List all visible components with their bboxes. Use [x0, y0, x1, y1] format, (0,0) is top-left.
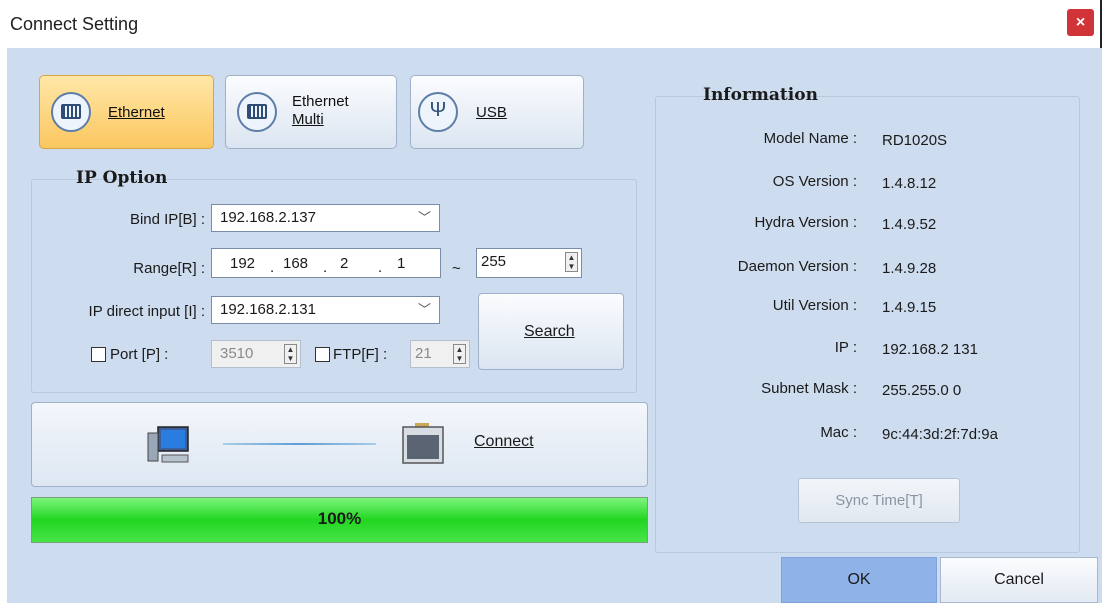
device-icon [402, 423, 444, 464]
bind-ip-label: Bind IP[B] : [129, 211, 205, 228]
usb-mode-button[interactable]: Ψ USB [410, 75, 584, 149]
ethernet-mode-label: Ethernet [108, 104, 165, 121]
range-octet-4: 1 [397, 255, 406, 272]
range-end-spinner[interactable]: 255 ▲ ▼ [476, 248, 582, 278]
connection-line [223, 443, 376, 445]
info-value-os-version: 1.4.8.12 [882, 175, 937, 192]
ethernet-multi-mode-button[interactable]: Ethernet Multi [225, 75, 397, 149]
computer-icon [147, 426, 189, 463]
close-button[interactable]: × [1067, 9, 1094, 36]
range-end-value: 255 [481, 253, 507, 270]
ethernet-mode-button[interactable]: Ethernet [39, 75, 214, 149]
port-spinner[interactable]: 3510 ▲ ▼ [211, 340, 301, 368]
connect-label: Connect [474, 433, 534, 450]
ok-button[interactable]: OK [781, 557, 937, 603]
range-tilde: ~ [452, 260, 461, 277]
close-icon: × [1075, 14, 1086, 31]
range-label: Range[R] : [133, 260, 205, 277]
info-label-mac: Mac : [820, 424, 857, 441]
spin-arrows-icon[interactable]: ▲ ▼ [453, 344, 466, 364]
ethernet-port-icon [237, 92, 277, 132]
spin-arrows-icon[interactable]: ▲ ▼ [284, 344, 297, 364]
window-title: Connect Setting [10, 14, 139, 34]
info-value-model-name: RD1020S [882, 132, 948, 149]
ftp-value: 21 [415, 345, 432, 362]
ip-direct-input-value: 192.168.2.131 [220, 301, 316, 318]
usb-icon: Ψ [418, 92, 458, 132]
octet-dot: . [378, 259, 383, 276]
info-value-util-version: 1.4.9.15 [882, 299, 937, 316]
octet-dot: . [270, 259, 275, 276]
chevron-down-icon[interactable]: ﹀ [418, 297, 431, 323]
sync-time-button[interactable]: Sync Time[T] [798, 478, 960, 523]
ip-option-title: IP Option [76, 168, 168, 188]
ethernet-multi-label-line1: Ethernet [292, 93, 349, 110]
title-bar: Connect Setting × [0, 0, 1102, 48]
ip-direct-input-label: IP direct input [I] : [88, 303, 205, 320]
octet-dot: . [323, 259, 328, 276]
ftp-spinner[interactable]: 21 ▲ ▼ [410, 340, 470, 368]
ethernet-multi-label-line2: Multi [292, 111, 324, 128]
info-value-subnet-mask: 255.255.0 0 [882, 382, 962, 399]
chevron-down-icon[interactable]: ﹀ [418, 205, 431, 231]
range-octet-1: 192 [230, 255, 256, 272]
port-checkbox[interactable] [91, 347, 106, 362]
information-title: Information [703, 85, 818, 105]
info-value-mac: 9c:44:3d:2f:7d:9a [882, 426, 998, 443]
port-value: 3510 [220, 345, 254, 362]
ethernet-port-icon [51, 92, 91, 132]
bind-ip-value: 192.168.2.137 [220, 209, 316, 226]
range-octet-2: 168 [283, 255, 309, 272]
info-value-hydra-version: 1.4.9.52 [882, 216, 937, 233]
connect-button[interactable]: Connect [31, 402, 648, 487]
info-label-ip: IP : [834, 339, 857, 356]
bind-ip-combo[interactable]: 192.168.2.137 ﹀ [211, 204, 440, 232]
cancel-button[interactable]: Cancel [940, 557, 1098, 603]
range-start-ip-field[interactable]: 192 . 168 . 2 . 1 [211, 248, 441, 278]
progress-bar: 100% [31, 497, 648, 543]
spin-arrows-icon[interactable]: ▲ ▼ [565, 252, 578, 272]
range-octet-3: 2 [340, 255, 349, 272]
ip-direct-input-combo[interactable]: 192.168.2.131 ﹀ [211, 296, 440, 324]
ftp-label: FTP[F] : [333, 346, 388, 363]
search-label: Search [524, 323, 575, 340]
info-label-model-name: Model Name : [763, 130, 857, 147]
info-label-subnet-mask: Subnet Mask : [761, 380, 857, 397]
info-value-daemon-version: 1.4.9.28 [882, 260, 937, 277]
port-label: Port [P] : [110, 346, 169, 363]
info-label-os-version: OS Version : [772, 173, 857, 190]
info-label-hydra-version: Hydra Version : [754, 214, 857, 231]
ftp-checkbox[interactable] [315, 347, 330, 362]
search-button[interactable]: Search [478, 293, 624, 370]
usb-mode-label: USB [476, 104, 507, 121]
info-label-util-version: Util Version : [772, 297, 857, 314]
info-label-daemon-version: Daemon Version : [737, 258, 857, 275]
progress-text: 100% [317, 509, 362, 528]
info-value-ip: 192.168.2 131 [882, 341, 978, 358]
